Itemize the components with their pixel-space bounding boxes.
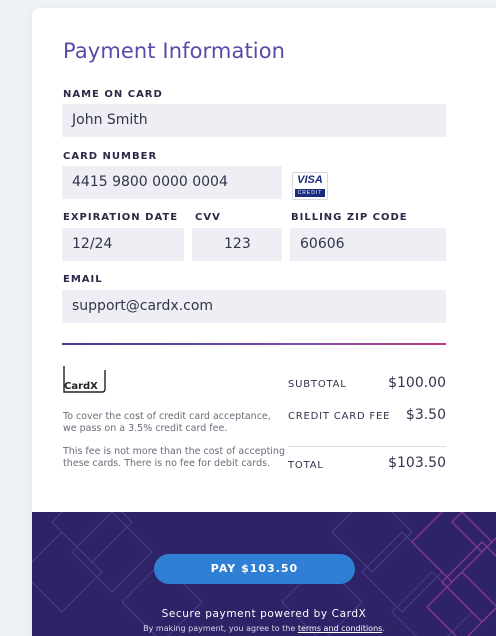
terms-link[interactable]: terms and conditions [298,624,382,633]
visa-brand-text: VISA [297,174,323,186]
card-number-field[interactable]: 4415 9800 0000 0004 [62,166,282,199]
cardx-logo-text: CardX [64,381,98,392]
section-divider [62,343,446,345]
billing-zip-field[interactable]: 60606 [290,228,446,261]
cvv-value: 123 [224,236,251,252]
debit-note: This fee is not more than the cost of ac… [63,446,285,469]
summary-divider [288,446,446,447]
payment-footer: PAY $103.50 Secure payment powered by Ca… [32,512,496,636]
card-number-label: CARD NUMBER [63,151,158,162]
name-on-card-field[interactable]: John Smith [62,104,446,137]
payment-card: Payment Information NAME ON CARD John Sm… [32,8,496,636]
visa-credit-text: CREDIT [295,189,325,197]
terms-agreement: By making payment, you agree to the term… [32,624,496,633]
billing-zip-label: BILLING ZIP CODE [291,212,408,223]
expiration-date-label: EXPIRATION DATE [63,212,179,223]
subtotal-label: SUBTOTAL [288,379,347,390]
cvv-label: CVV [195,212,221,223]
cardx-logo: CardX [62,364,106,394]
pay-button[interactable]: PAY $103.50 [154,554,355,584]
expiration-date-field[interactable]: 12/24 [62,228,184,261]
email-label: EMAIL [63,274,103,285]
visa-card-icon: VISA CREDIT [292,172,328,200]
name-on-card-label: NAME ON CARD [63,89,163,100]
agree-prefix: By making payment, you agree to the [143,624,298,633]
total-label: TOTAL [288,460,324,471]
fee-note: To cover the cost of credit card accepta… [63,411,271,434]
email-field[interactable]: support@cardx.com [62,290,446,323]
secure-payment-text: Secure payment powered by CardX [161,608,367,620]
cvv-field[interactable]: 123 [192,228,282,261]
total-value: $103.50 [388,455,446,471]
subtotal-value: $100.00 [388,375,446,391]
credit-card-fee-label: CREDIT CARD FEE [288,411,391,422]
credit-card-fee-value: $3.50 [405,407,446,423]
agree-suffix: . [382,624,385,633]
page-title: Payment Information [63,39,286,63]
